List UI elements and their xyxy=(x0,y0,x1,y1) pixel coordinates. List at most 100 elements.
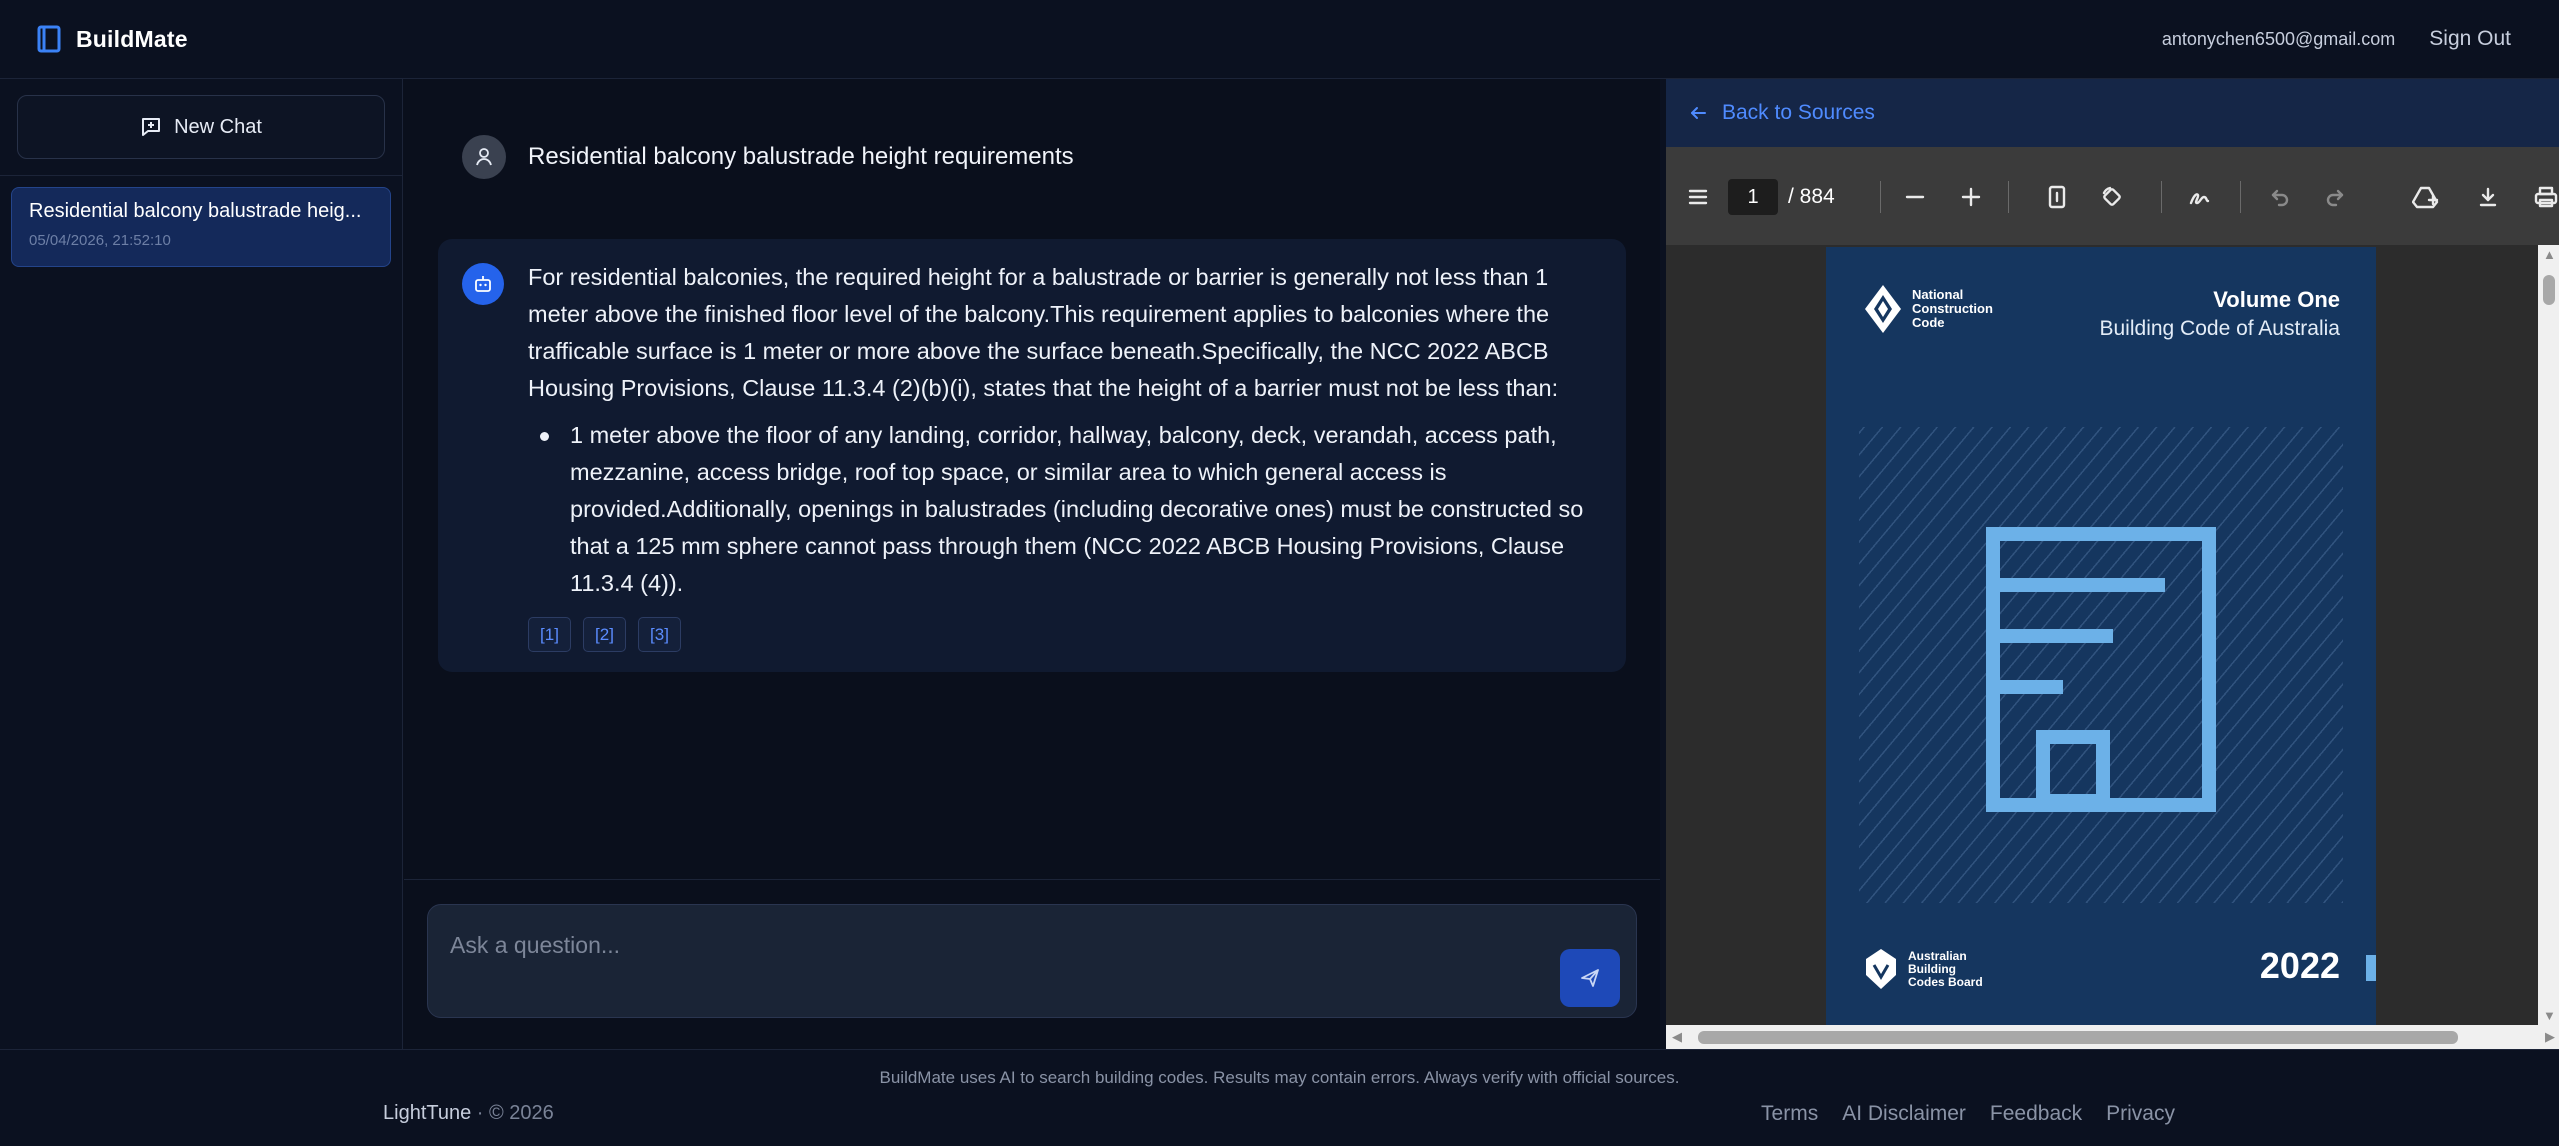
ncc-line-3: Code xyxy=(1912,315,1945,330)
new-chat-label: New Chat xyxy=(174,115,262,138)
user-message-text: Residential balcony balustrade height re… xyxy=(528,143,1074,170)
zoom-out-button[interactable] xyxy=(1895,177,1935,217)
assistant-message: For residential balconies, the required … xyxy=(438,239,1626,672)
ai-disclaimer-link[interactable]: AI Disclaimer xyxy=(1842,1102,1966,1126)
assistant-bullet-list: 1 meter above the floor of any landing, … xyxy=(538,417,1608,602)
citations: [1] [2] [3] xyxy=(528,617,681,652)
abcb-text: Australian Building Codes Board xyxy=(1908,949,1983,989)
user-avatar xyxy=(462,135,506,179)
scroll-right-arrow[interactable]: ▶ xyxy=(2545,1029,2555,1045)
volume-subtitle: Building Code of Australia xyxy=(2099,317,2341,340)
download-icon xyxy=(2479,187,2497,207)
pdf-page-view[interactable]: National Construction Code Volume One Bu… xyxy=(1666,245,2538,1025)
list-item: 1 meter above the floor of any landing, … xyxy=(538,417,1608,602)
terms-link[interactable]: Terms xyxy=(1761,1102,1818,1126)
question-input[interactable] xyxy=(450,927,1450,963)
vertical-scroll-thumb[interactable] xyxy=(2543,275,2555,305)
abcb-emblem-icon xyxy=(1866,949,1896,989)
sidebar-divider xyxy=(0,175,403,176)
volume-title: Volume One Building Code of Australia xyxy=(2100,287,2341,341)
user-icon xyxy=(476,148,492,166)
volume-label: Volume One xyxy=(2213,287,2340,312)
privacy-link[interactable]: Privacy xyxy=(2106,1102,2175,1126)
scroll-down-arrow[interactable]: ▼ xyxy=(2543,1008,2556,1023)
back-to-sources-button[interactable]: Back to Sources xyxy=(1666,79,2559,147)
toolbar-separator xyxy=(2161,181,2162,213)
brand[interactable]: BuildMate xyxy=(36,24,188,54)
chat-area: Residential balcony balustrade height re… xyxy=(404,79,1660,880)
pdf-toolbar: 1 / 884 xyxy=(1666,147,2559,245)
rotate-icon xyxy=(2102,186,2121,206)
pdf-viewer-panel: Back to Sources 1 / 884 National Constru… xyxy=(1666,79,2559,1049)
ncc-logo: National Construction Code xyxy=(1862,283,1993,335)
ncc-line-1: National xyxy=(1912,287,1964,302)
footer: BuildMate uses AI to search building cod… xyxy=(0,1049,2559,1146)
bot-avatar xyxy=(462,263,504,305)
draw-icon xyxy=(2189,193,2210,205)
footer-links: Terms AI Disclaimer Feedback Privacy xyxy=(1761,1102,2175,1126)
add-drive-icon xyxy=(2412,186,2439,209)
copyright: LightTune · © 2026 xyxy=(383,1102,554,1125)
toolbar-separator xyxy=(1880,181,1881,213)
citation-2[interactable]: [2] xyxy=(583,617,626,652)
page-total: / 884 xyxy=(1788,185,1835,208)
rotate-button[interactable] xyxy=(2092,177,2132,217)
new-chat-button[interactable]: New Chat xyxy=(17,95,385,159)
citation-3[interactable]: [3] xyxy=(638,617,681,652)
page-fit-button[interactable] xyxy=(2037,177,2077,217)
draw-button[interactable] xyxy=(2180,177,2220,217)
company-name: LightTune xyxy=(383,1102,472,1124)
arrow-left-icon xyxy=(1691,107,1706,119)
page-fit-icon xyxy=(2048,185,2066,209)
menu-button[interactable] xyxy=(1678,177,1718,217)
zoom-out-icon xyxy=(1905,195,1925,199)
redo-button[interactable] xyxy=(2315,177,2355,217)
add-to-drive-button[interactable] xyxy=(2406,177,2446,217)
send-button[interactable] xyxy=(1560,949,1620,1007)
toolbar-separator xyxy=(2240,181,2241,213)
zoom-in-icon xyxy=(1961,187,1981,207)
assistant-paragraph: For residential balconies, the required … xyxy=(528,264,1559,401)
sign-out-button[interactable]: Sign Out xyxy=(2429,27,2511,51)
abcb-line-3: Codes Board xyxy=(1908,974,1983,989)
chat-plus-icon xyxy=(142,118,161,136)
ncc-text: National Construction Code xyxy=(1912,288,1993,330)
composer xyxy=(427,904,1637,1018)
undo-button[interactable] xyxy=(2260,177,2300,217)
sidebar: New Chat Residential balcony balustrade … xyxy=(0,79,403,1049)
citation-1[interactable]: [1] xyxy=(528,617,571,652)
print-button[interactable] xyxy=(2526,177,2559,217)
chat-history-item[interactable]: Residential balcony balustrade heig... 0… xyxy=(11,187,391,267)
vertical-scrollbar[interactable]: ▲ ▼ xyxy=(2538,245,2559,1025)
abcb-line-2: Building xyxy=(1908,961,1956,976)
scroll-left-arrow[interactable]: ◀ xyxy=(1672,1029,1682,1045)
scroll-up-arrow[interactable]: ▲ xyxy=(2543,247,2556,262)
page-number-input[interactable]: 1 xyxy=(1728,179,1778,215)
toolbar-separator xyxy=(2008,181,2009,213)
composer-divider xyxy=(404,879,1660,880)
menu-icon xyxy=(1688,189,1708,205)
download-button[interactable] xyxy=(2468,177,2508,217)
chat-history-title: Residential balcony balustrade heig... xyxy=(29,200,362,222)
horizontal-scrollbar[interactable]: ◀ ▶ xyxy=(1666,1025,2559,1049)
zoom-in-button[interactable] xyxy=(1951,177,1991,217)
bot-icon xyxy=(475,276,491,292)
bullet-dot xyxy=(540,432,549,441)
ai-disclaimer-text: BuildMate uses AI to search building cod… xyxy=(879,1068,1680,1087)
undo-icon xyxy=(2271,189,2289,207)
ncc-diamond-icon xyxy=(1865,285,1901,333)
copyright-year: · © 2026 xyxy=(476,1102,554,1124)
year-accent-bar xyxy=(2366,955,2376,981)
print-icon xyxy=(2534,186,2558,208)
cover-year: 2022 xyxy=(2259,945,2340,986)
feedback-link[interactable]: Feedback xyxy=(1990,1102,2082,1126)
user-email: antonychen6500@gmail.com xyxy=(2161,28,2396,49)
send-icon xyxy=(1581,969,1599,987)
horizontal-scroll-thumb[interactable] xyxy=(1698,1031,2458,1044)
back-to-sources-label: Back to Sources xyxy=(1722,101,1875,124)
app-name: BuildMate xyxy=(76,25,188,52)
abcb-logo: Australian Building Codes Board xyxy=(1862,947,1983,991)
pdf-page-cover: National Construction Code Volume One Bu… xyxy=(1826,247,2376,1025)
book-icon xyxy=(37,25,61,53)
chat-history-date: 05/04/2026, 21:52:10 xyxy=(29,232,171,249)
